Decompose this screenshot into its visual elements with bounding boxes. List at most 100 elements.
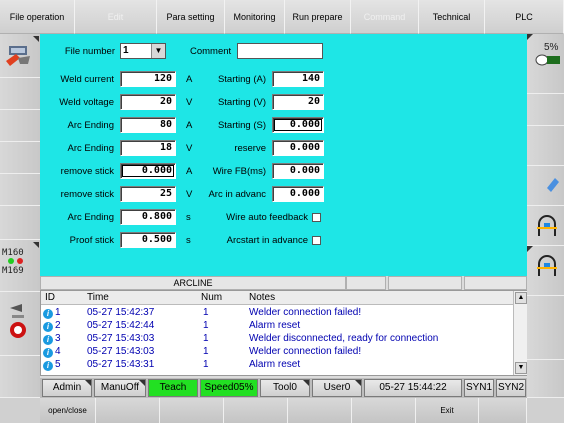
wire-fb-label: Wire FB(ms): [212, 166, 266, 177]
io-indicator-panel: M160 M169: [0, 240, 40, 292]
weld-current-unit: A: [186, 74, 193, 85]
log-row[interactable]: i2 05-27 15:42:44 1 Alarm reset: [41, 320, 513, 332]
starting-v-input[interactable]: 20: [272, 94, 324, 110]
log-row[interactable]: i5 05-27 15:43:31 1 Alarm reset: [41, 359, 513, 371]
io-label-m160: M160: [2, 248, 24, 258]
exit-button[interactable]: Exit: [416, 398, 479, 423]
speed-panel[interactable]: 5%: [527, 34, 564, 94]
pen-icon: [547, 178, 559, 192]
log-row[interactable]: i4 05-27 15:43:03 1 Welder connection fa…: [41, 346, 513, 358]
axis-button-1[interactable]: [527, 206, 564, 246]
starting-a-label: Starting (A): [217, 74, 266, 85]
right-rail-button-7[interactable]: [527, 296, 564, 360]
log-row-time: 05-27 15:43:03: [87, 346, 155, 357]
arc-ending-time-label: Arc Ending: [67, 212, 114, 223]
arcstart-in-advance-checkbox[interactable]: [312, 236, 321, 245]
starting-a-input[interactable]: 140: [272, 71, 324, 87]
comment-input[interactable]: [237, 43, 323, 59]
pen-button[interactable]: [527, 166, 564, 206]
proof-stick-input[interactable]: 0.500: [120, 232, 176, 248]
bottom-softkey-bar: open/close Exit: [40, 398, 527, 423]
axis-joint-icon-2: [527, 246, 557, 276]
tool-frame-button[interactable]: Tool0: [260, 379, 310, 397]
log-row-num: 1: [203, 346, 209, 357]
axis-button-2[interactable]: [527, 246, 564, 296]
open-close-button[interactable]: open/close: [40, 398, 96, 423]
left-rail-button-1[interactable]: [0, 34, 40, 78]
menu-edit[interactable]: Edit: [75, 0, 157, 34]
info-icon: i: [43, 361, 53, 371]
remove-stick-current-input[interactable]: 0.000: [120, 163, 176, 179]
arc-ending-current-label: Arc Ending: [67, 120, 114, 131]
robot-edit-icon: [6, 36, 39, 66]
syn1-button[interactable]: SYN1: [464, 379, 494, 397]
reserve-input[interactable]: 0.000: [272, 140, 324, 156]
softkey-8[interactable]: [479, 398, 527, 423]
datetime-display: 05-27 15:44:22: [364, 379, 462, 397]
comment-label: Comment: [190, 46, 232, 57]
arc-ending-voltage-input[interactable]: 18: [120, 140, 176, 156]
left-rail-button-5[interactable]: [0, 174, 40, 206]
menu-monitoring[interactable]: Monitoring: [225, 0, 285, 34]
arc-in-advance-input[interactable]: 0.000: [272, 186, 324, 202]
softkey-6[interactable]: [352, 398, 416, 423]
log-row-notes: Welder disconnected, ready for connectio…: [249, 333, 439, 344]
arc-ending-current-input[interactable]: 80: [120, 117, 176, 133]
log-row[interactable]: i1 05-27 15:42:37 1 Welder connection fa…: [41, 307, 513, 319]
log-header-time: Time: [87, 292, 109, 303]
info-icon: i: [43, 309, 53, 319]
softkey-4[interactable]: [224, 398, 288, 423]
right-rail-button-2[interactable]: [527, 94, 564, 126]
wire-fb-input[interactable]: 0.000: [272, 163, 324, 179]
log-row[interactable]: i3 05-27 15:43:03 1 Welder disconnected,…: [41, 333, 513, 345]
wire-auto-feedback-checkbox[interactable]: [312, 213, 321, 222]
teach-mode-badge[interactable]: Teach: [148, 379, 198, 397]
log-row-time: 05-27 15:43:03: [87, 333, 155, 344]
right-rail-button-8[interactable]: [527, 360, 564, 398]
status-bar: Admin ManuOff Teach Speed05% Tool0 User0…: [40, 378, 527, 398]
starting-s-label: Starting (S): [217, 120, 266, 131]
left-rail-button-3[interactable]: [0, 110, 40, 142]
right-rail-button-3[interactable]: [527, 126, 564, 166]
menu-plc[interactable]: PLC: [485, 0, 564, 34]
strip-cell-2: [346, 276, 386, 290]
speed-indicator-icon: 5%: [527, 34, 560, 66]
starting-s-input[interactable]: 0.000: [272, 117, 324, 133]
scroll-down-icon[interactable]: ▼: [515, 362, 527, 374]
user-level-button[interactable]: Admin: [42, 379, 92, 397]
mode-button[interactable]: ManuOff: [94, 379, 146, 397]
speed-percent-label: 5%: [544, 42, 559, 53]
left-rail-button-8[interactable]: [0, 356, 40, 398]
softkey-5[interactable]: [288, 398, 352, 423]
scroll-up-icon[interactable]: ▲: [515, 292, 527, 304]
menu-command[interactable]: Command: [351, 0, 419, 34]
left-rail-button-4[interactable]: [0, 142, 40, 174]
menu-para-setting[interactable]: Para setting: [157, 0, 225, 34]
log-row-notes: Welder connection failed!: [249, 346, 362, 357]
menu-run-prepare[interactable]: Run prepare: [285, 0, 351, 34]
weld-current-label: Weld current: [60, 74, 114, 85]
strip-cell-4: [464, 276, 527, 290]
weld-voltage-input[interactable]: 20: [120, 94, 176, 110]
weld-current-input[interactable]: 120: [120, 71, 176, 87]
left-rail-button-2[interactable]: [0, 78, 40, 110]
menu-technical[interactable]: Technical: [419, 0, 485, 34]
right-rail: 5%: [527, 34, 564, 423]
menu-file-operation[interactable]: File operation: [0, 0, 75, 34]
remove-stick-voltage-input[interactable]: 25: [120, 186, 176, 202]
arc-parameter-panel: File number 1 ▼ Comment Weld current 120…: [40, 34, 527, 276]
user-frame-button[interactable]: User0: [312, 379, 362, 397]
softkey-2[interactable]: [96, 398, 160, 423]
softkey-3[interactable]: [160, 398, 224, 423]
stop-button[interactable]: [0, 292, 40, 356]
arc-ending-time-input[interactable]: 0.800: [120, 209, 176, 225]
log-row-id: i3: [43, 333, 61, 345]
info-icon: i: [43, 335, 53, 345]
file-number-select[interactable]: 1 ▼: [120, 43, 166, 59]
proof-stick-unit: s: [186, 235, 191, 246]
log-scrollbar[interactable]: ▲ ▼: [513, 291, 527, 375]
left-rail-button-6[interactable]: [0, 206, 40, 240]
speed-button[interactable]: Speed05%: [200, 379, 258, 397]
syn2-button[interactable]: SYN2: [496, 379, 526, 397]
log-row-id: i1: [43, 307, 61, 319]
